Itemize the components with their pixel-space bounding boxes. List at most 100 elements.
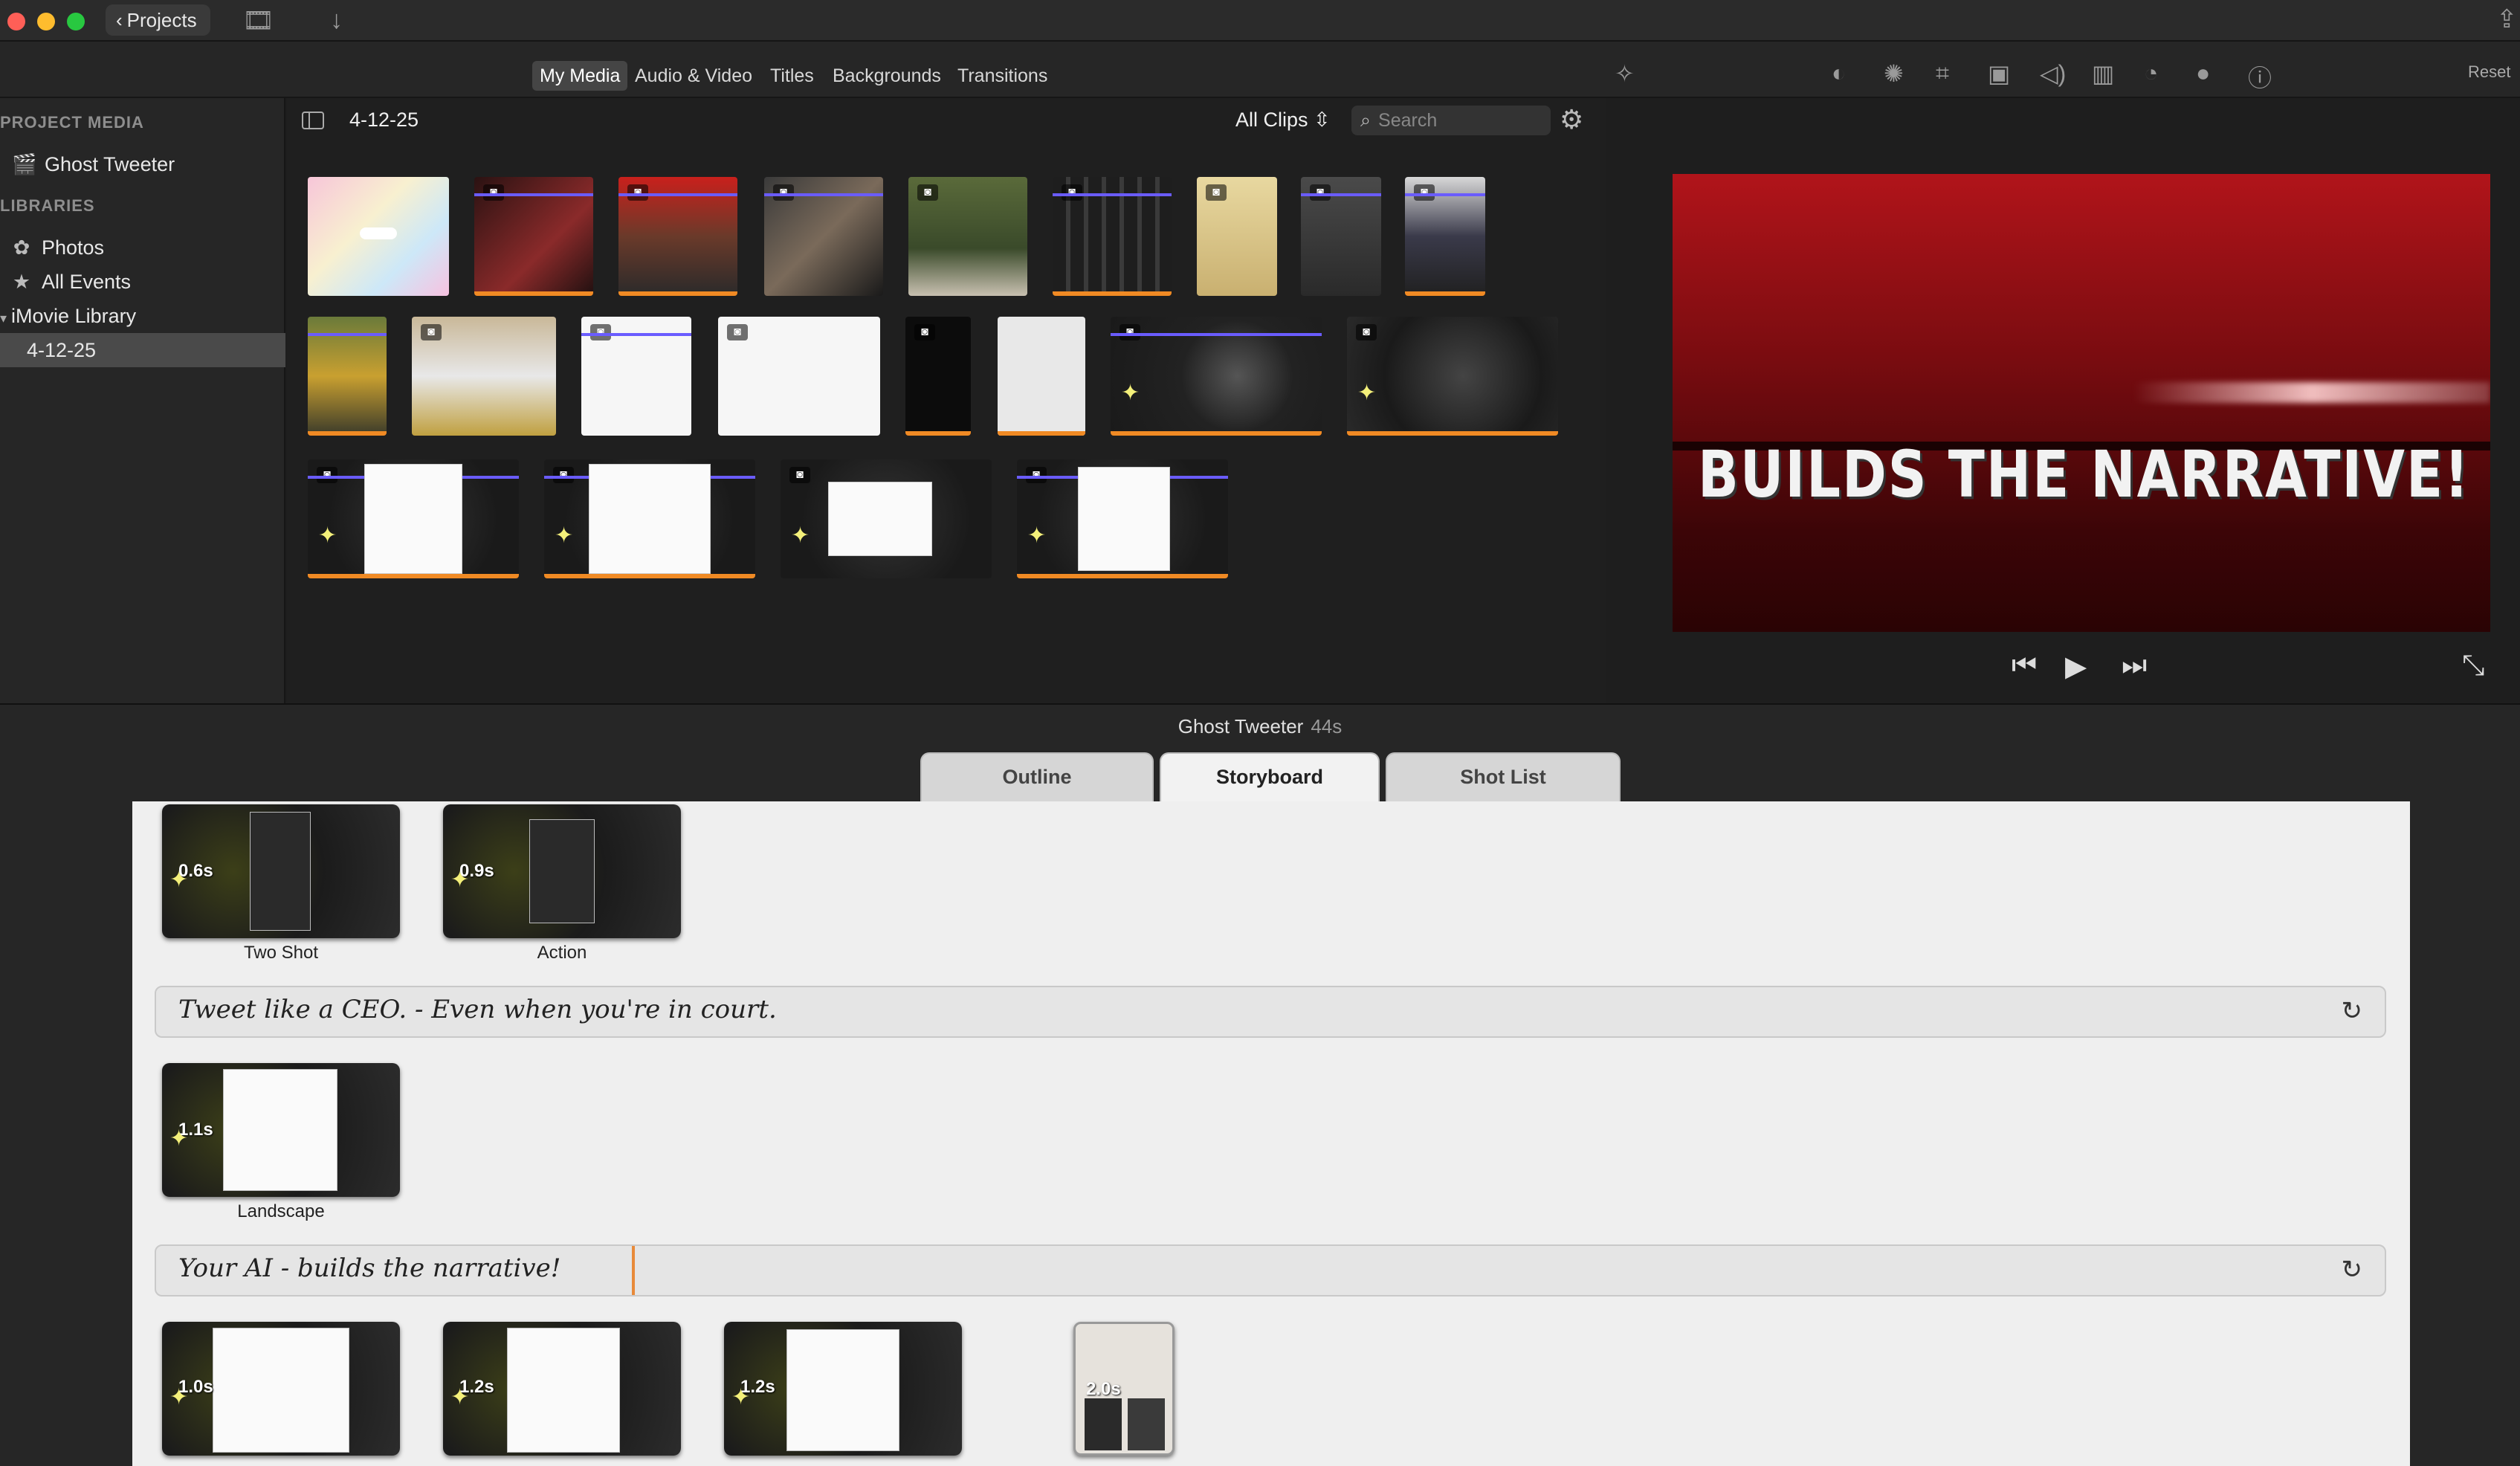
storyboard-clip[interactable]: 2.0s bbox=[1073, 1322, 1175, 1456]
media-thumbnail[interactable]: ◙ bbox=[618, 177, 737, 296]
color-balance-icon[interactable]: ◐ bbox=[1832, 59, 1846, 87]
note-text: Tweet like a CEO. - Even when you're in … bbox=[178, 995, 777, 1024]
media-thumbnail[interactable]: ◙ ✦ bbox=[1017, 459, 1228, 578]
media-thumbnail[interactable]: ◙ ✦ bbox=[308, 459, 519, 578]
tab-my-media[interactable]: My Media bbox=[532, 61, 628, 91]
sidebar-item-all-events[interactable]: ★ All Events bbox=[0, 265, 285, 299]
color-palette-icon[interactable]: ✺ bbox=[1884, 59, 1904, 88]
sparkle-icon: ✦ bbox=[450, 1385, 470, 1410]
gear-icon[interactable]: ⚙ bbox=[1560, 104, 1583, 135]
media-thumbnail[interactable] bbox=[308, 317, 387, 436]
star-icon: ★ bbox=[12, 271, 31, 293]
sparkle-icon: ✦ bbox=[169, 1385, 189, 1410]
media-thumbnail[interactable]: ◙ bbox=[412, 317, 556, 436]
media-tab-bar: My Media Audio & Video Titles Background… bbox=[0, 42, 1606, 98]
disclosure-icon[interactable]: ▾ bbox=[0, 311, 7, 326]
search-icon: ⌕ bbox=[1360, 110, 1372, 131]
tab-backgrounds[interactable]: Backgrounds bbox=[825, 61, 949, 91]
refresh-icon[interactable]: ↻ bbox=[2342, 1255, 2363, 1285]
storyboard-note[interactable]: Tweet like a CEO. - Even when you're in … bbox=[155, 986, 2386, 1038]
media-thumbnail[interactable]: ◙ bbox=[1053, 177, 1172, 296]
media-thumbnail[interactable] bbox=[308, 177, 449, 296]
media-thumbnail[interactable]: ◙ ✦ bbox=[1347, 317, 1558, 436]
camera-icon: ◙ bbox=[627, 184, 648, 201]
media-thumbnail[interactable]: ◙ bbox=[905, 317, 971, 436]
sparkle-icon: ✦ bbox=[318, 523, 337, 548]
media-thumbnail[interactable]: ◙ bbox=[474, 177, 593, 296]
sparkle-icon: ✦ bbox=[450, 868, 470, 892]
fullscreen-icon[interactable]: ⤡ bbox=[2462, 650, 2484, 682]
media-thumbnail[interactable]: ◙ bbox=[1405, 177, 1485, 296]
sidebar-item-ghost-tweeter[interactable]: 🎬 Ghost Tweeter bbox=[0, 147, 285, 181]
camera-icon: ◙ bbox=[917, 184, 938, 201]
storyboard-clip[interactable]: 0.9s ✦ bbox=[443, 804, 681, 938]
project-header: Ghost Tweeter 44s bbox=[0, 703, 2520, 742]
search-field[interactable]: ⌕ Search bbox=[1351, 106, 1551, 135]
sidebar-item-photos[interactable]: ✿ Photos bbox=[0, 230, 285, 265]
sparkle-icon: ✦ bbox=[791, 523, 810, 548]
skip-back-icon[interactable]: ⏮ bbox=[2012, 650, 2037, 682]
project-media-heading: PROJECT MEDIA bbox=[0, 113, 144, 132]
sidebar-item-label: All Events bbox=[42, 271, 132, 293]
sidebar-item-imovie-library[interactable]: ▾ iMovie Library bbox=[0, 299, 285, 333]
camera-icon: ◙ bbox=[1414, 184, 1435, 201]
tab-audio-video[interactable]: Audio & Video bbox=[627, 61, 760, 91]
sidebar-toggle-icon[interactable] bbox=[302, 112, 324, 129]
media-thumbnail[interactable]: ◙ bbox=[1301, 177, 1381, 296]
close-window-button[interactable] bbox=[7, 13, 25, 30]
sidebar-item-label: 4-12-25 bbox=[27, 339, 97, 361]
storyboard-clip[interactable]: 1.2s ✦ bbox=[443, 1322, 681, 1456]
projects-back-button[interactable]: ‹ Projects bbox=[106, 4, 210, 36]
speed-icon[interactable]: ◔ bbox=[2144, 59, 2158, 87]
storyboard-note[interactable]: Your AI - builds the narrative! ↻ bbox=[155, 1244, 2386, 1297]
media-thumbnail[interactable] bbox=[998, 317, 1085, 436]
media-thumbnail[interactable]: ◙ bbox=[764, 177, 883, 296]
media-thumbnail[interactable]: ◙ ✦ bbox=[1111, 317, 1322, 436]
storyboard-clip[interactable]: 1.2s ✦ bbox=[724, 1322, 962, 1456]
reset-button[interactable]: Reset bbox=[2468, 62, 2510, 82]
skip-forward-icon[interactable]: ⏭ bbox=[2122, 650, 2147, 682]
info-icon[interactable]: ⓘ bbox=[2248, 59, 2272, 94]
event-title: 4-12-25 bbox=[349, 109, 419, 131]
media-thumbnail[interactable]: ◙ bbox=[908, 177, 1027, 296]
preview-title-text: BUILDS THE NARRATIVE! bbox=[1698, 436, 2470, 512]
share-icon[interactable]: ⇪ bbox=[2496, 4, 2518, 34]
media-import-icon[interactable]: 🎞 bbox=[242, 6, 274, 36]
tab-titles[interactable]: Titles bbox=[763, 61, 821, 91]
zoom-window-button[interactable] bbox=[67, 13, 85, 30]
tab-transitions[interactable]: Transitions bbox=[950, 61, 1055, 91]
note-text: Your AI - builds the narrative! bbox=[178, 1253, 561, 1283]
download-icon[interactable]: ↓ bbox=[330, 6, 343, 35]
media-thumbnail[interactable]: ◙ bbox=[581, 317, 691, 436]
minimize-window-button[interactable] bbox=[37, 13, 55, 30]
play-icon[interactable]: ▶ bbox=[2065, 650, 2087, 683]
sidebar-item-label: Ghost Tweeter bbox=[45, 153, 175, 175]
camera-icon: ◙ bbox=[1356, 324, 1377, 340]
tab-outline[interactable]: Outline bbox=[920, 752, 1154, 801]
stabilization-icon[interactable]: ▣ bbox=[1988, 59, 2010, 88]
media-thumbnail[interactable]: ◙ bbox=[718, 317, 880, 436]
filter-icon[interactable]: ● bbox=[2196, 59, 2210, 87]
media-thumbnail[interactable]: ◙ bbox=[1197, 177, 1277, 296]
camera-icon: ◙ bbox=[1062, 184, 1082, 201]
storyboard-clip[interactable]: 0.6s ✦ bbox=[162, 804, 400, 938]
media-thumbnail[interactable]: ◙ ✦ bbox=[781, 459, 992, 578]
sidebar-item-event-4-12-25[interactable]: 4-12-25 bbox=[0, 333, 285, 367]
video-preview: BUILDS THE NARRATIVE! bbox=[1673, 174, 2490, 632]
tab-storyboard[interactable]: Storyboard bbox=[1160, 752, 1380, 801]
sidebar-item-label: iMovie Library bbox=[11, 305, 137, 327]
crop-icon[interactable]: ⌗ bbox=[1936, 59, 1949, 88]
storyboard-clip[interactable]: 1.1s ✦ bbox=[162, 1063, 400, 1197]
equalizer-icon[interactable]: ▥ bbox=[2092, 59, 2114, 88]
storyboard-clip[interactable]: 1.0s ✦ bbox=[162, 1322, 400, 1456]
media-thumbnail[interactable]: ◙ ✦ bbox=[544, 459, 755, 578]
magic-wand-icon[interactable]: ✧ bbox=[1615, 59, 1635, 88]
project-title: Ghost Tweeter 44s bbox=[0, 715, 2520, 738]
clip-filter-dropdown[interactable]: All Clips ⇳ bbox=[1235, 109, 1331, 132]
volume-icon[interactable]: ◁) bbox=[2040, 59, 2066, 88]
photos-icon: ✿ bbox=[13, 236, 30, 259]
tab-shot-list[interactable]: Shot List bbox=[1386, 752, 1621, 801]
refresh-icon[interactable]: ↻ bbox=[2342, 996, 2363, 1026]
libraries-heading: LIBRARIES bbox=[0, 196, 95, 215]
camera-icon: ◙ bbox=[317, 467, 337, 483]
